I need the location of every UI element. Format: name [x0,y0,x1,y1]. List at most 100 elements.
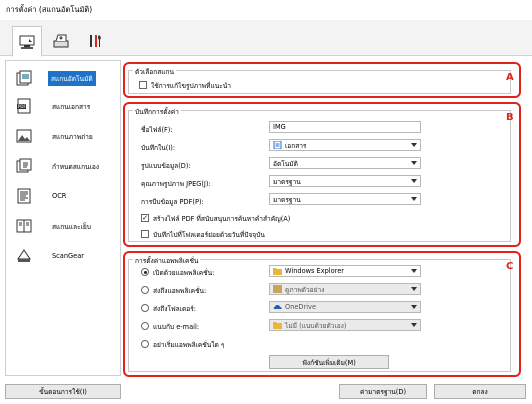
app-settings-group: การตั้งค่าแอพพลิเคชั่น เปิดด้วยแอพพลิเคช… [128,255,511,372]
sidebar-item-label: สแกนอัตโนมัติ [48,70,96,86]
marker-c: C [506,261,514,272]
pdf-document-icon: PDF [14,96,34,116]
sidebar-item-scangear[interactable]: ScanGear [6,243,120,269]
data-format-select[interactable]: อัตโนมัติ [269,157,421,169]
instructions-button[interactable]: ขั้นตอนการใช้(I) [5,384,121,399]
ocr-icon [14,186,34,206]
stitch-icon [14,216,34,236]
main-panel: ตัวเลือกสแกน ใช้การแก้ไขรูปภาพที่แนะนำ A… [123,60,526,378]
tools-icon [90,35,101,47]
sidebar-item-label: OCR [52,192,67,200]
chevron-down-icon [411,179,417,183]
instructions-label: ขั้นตอนการใช้(I) [39,388,87,396]
send-to-folder-radio[interactable] [141,304,149,312]
chevron-down-icon [411,305,417,309]
send-to-app-value: ดูภาพตัวอย่าง [285,285,325,294]
scan-from-computer-tab[interactable] [12,26,42,57]
send-to-app-select[interactable]: ดูภาพตัวอย่าง [269,283,421,295]
file-name-input[interactable]: IMG [269,121,421,133]
chevron-down-icon [411,269,417,273]
sidebar-item-label: กำหนดสแกนเอง [52,162,100,171]
open-with-label: เปิดด้วยแอพพลิเคชั่น: [153,269,215,277]
attach-email-label: แนบกับ e-mail: [153,323,200,331]
defaults-label: ค่ามาตรฐาน(D) [359,388,407,396]
chevron-down-icon [411,161,417,165]
send-to-folder-label: ส่งถึงโฟลเดอร์: [153,305,196,313]
apply-correction-checkbox[interactable] [139,81,147,89]
sidebar-item-label: สแกนภาพถ่าย [52,132,93,141]
window-title: การตั้งค่า (สแกนอัตโนมัติ) [6,5,93,14]
computer-scan-icon [19,35,35,49]
onedrive-icon [273,305,282,309]
subfolder-label: บันทึกไปที่โฟลเดอร์ย่อยด้วยวันที่ปัจจุบั… [153,231,265,239]
pdf-compression-select[interactable]: มาตรฐาน [269,193,421,205]
open-with-value: Windows Explorer [285,267,344,275]
chevron-down-icon [411,323,417,327]
save-in-label: บันทึกใน(I): [141,144,176,152]
chevron-down-icon [411,287,417,291]
no-app-radio[interactable] [141,340,149,348]
scangear-icon [14,246,34,266]
no-app-label: อย่าเริ่มแอพพลิเคชั่นใด ๆ [153,341,225,349]
jpeg-quality-value: มาตรฐาน [273,177,301,186]
preview-app-icon [273,285,282,293]
data-format-value: อัตโนมัติ [273,159,298,168]
sidebar-item-document[interactable]: PDF สแกนเอกสาร [6,93,120,119]
photo-icon [14,126,34,146]
jpeg-quality-select[interactable]: มาตรฐาน [269,175,421,187]
pdf-compression-label: การบีบข้อมูล PDF(P): [141,198,204,206]
save-in-select[interactable]: เอกสาร [269,139,421,151]
sidebar-item-label: ScanGear [52,252,84,260]
send-to-folder-select[interactable]: OneDrive [269,301,421,313]
marker-a: A [506,72,514,83]
sidebar-item-photo[interactable]: สแกนภาพถ่าย [6,123,120,149]
attach-email-radio[interactable] [141,322,149,330]
scanner-panel-icon [53,34,69,48]
sidebar: สแกนอัตโนมัติ PDF สแกนเอกสาร สแกนภาพถ่าย [5,60,121,376]
window-title-bar: การตั้งค่า (สแกนอัตโนมัติ) [0,0,532,20]
sidebar-item-label: สแกนเอกสาร [52,102,91,111]
save-settings-title: บันทึกการตั้งค่า [133,106,181,117]
defaults-button[interactable]: ค่ามาตรฐาน(D) [339,384,427,399]
folder-icon [273,268,282,275]
more-functions-label: ฟังก์ชันเพิ่มเติม(M) [302,358,356,367]
file-name-value: IMG [273,123,286,131]
sidebar-item-custom[interactable]: กำหนดสแกนเอง [6,153,120,179]
sidebar-item-label: สแกนและเย็บ [52,222,91,231]
documents-folder-icon [273,141,282,149]
general-settings-tab[interactable] [80,26,110,56]
scan-options-group: ตัวเลือกสแกน ใช้การแก้ไขรูปภาพที่แนะนำ [128,66,511,94]
marker-b: B [506,112,514,123]
sidebar-item-stitch[interactable]: สแกนและเย็บ [6,213,120,239]
apply-correction-label: ใช้การแก้ไขรูปภาพที่แนะนำ [151,82,231,90]
send-to-app-label: ส่งถึงแอพพลิเคชั่น: [153,287,207,295]
more-functions-button[interactable]: ฟังก์ชันเพิ่มเติม(M) [269,355,389,369]
send-to-app-radio[interactable] [141,286,149,294]
sidebar-item-ocr[interactable]: OCR [6,183,120,209]
attach-email-value: ไม่มี (แนบด้วยตัวเอง) [285,321,347,330]
chevron-down-icon [411,197,417,201]
jpeg-quality-label: คุณภาพรูปภาพ JPEG(J): [141,180,211,188]
searchable-pdf-label: สร้างไฟล์ PDF ที่สนับสนุนการค้นหาคำสำคัญ… [153,215,291,223]
custom-scan-icon [14,156,34,176]
chevron-down-icon [411,143,417,147]
data-format-label: รูปแบบข้อมูล(D): [141,162,191,170]
scan-options-title: ตัวเลือกสแกน [133,66,177,77]
toolbar [0,20,532,57]
open-with-radio[interactable] [141,268,149,276]
save-settings-group: บันทึกการตั้งค่า ชื่อไฟล์(F): IMG บันทึก… [128,106,511,242]
app-settings-title: การตั้งค่าแอพพลิเคชั่น [133,255,201,266]
open-with-select[interactable]: Windows Explorer [269,265,421,277]
ok-label: ตกลง [472,388,488,396]
sidebar-item-auto-scan[interactable]: สแกนอัตโนมัติ [6,65,120,91]
scan-from-operation-panel-tab[interactable] [46,26,76,56]
searchable-pdf-checkbox[interactable]: ✓ [141,214,149,222]
auto-scan-icon [14,68,34,88]
ok-button[interactable]: ตกลง [434,384,526,399]
save-in-value: เอกสาร [285,141,307,150]
attach-email-select[interactable]: ไม่มี (แนบด้วยตัวเอง) [269,319,421,331]
folder-icon [273,322,282,329]
subfolder-checkbox[interactable] [141,230,149,238]
send-to-folder-value: OneDrive [285,303,317,311]
svg-text:PDF: PDF [18,104,26,109]
